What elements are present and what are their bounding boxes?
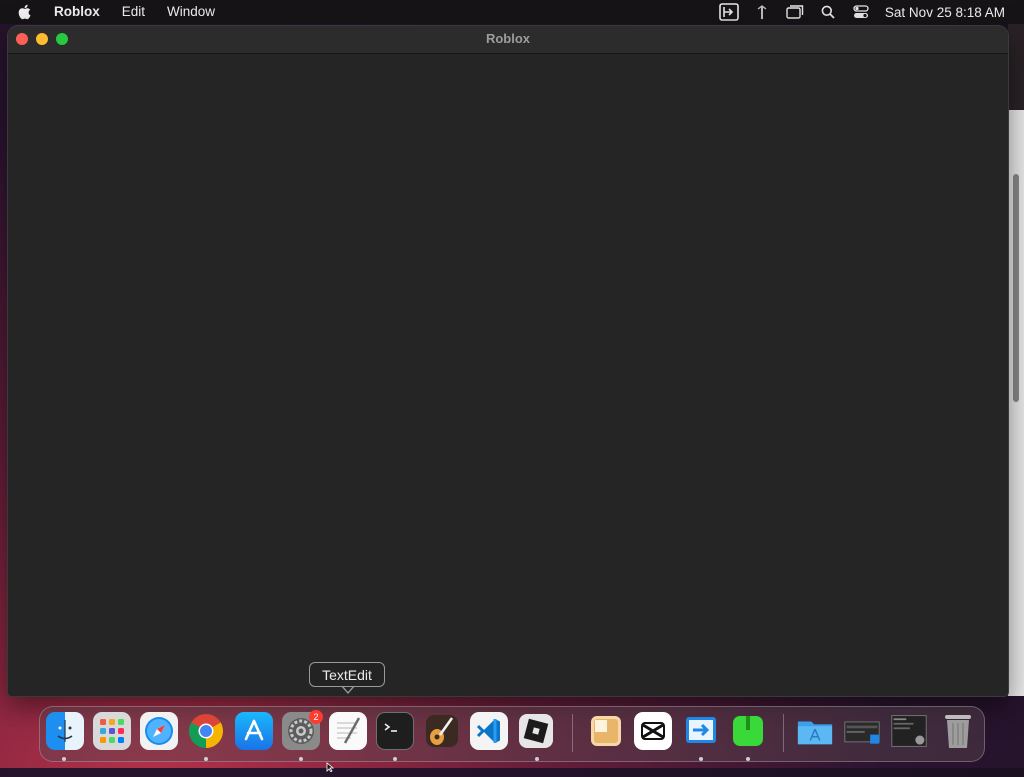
launchpad-icon[interactable] <box>93 712 131 750</box>
green-app-icon[interactable] <box>729 712 767 750</box>
dock-separator-2 <box>783 714 784 752</box>
roblox-icon[interactable] <box>517 712 555 750</box>
menu-clock[interactable]: Sat Nov 25 8:18 AM <box>885 5 1005 20</box>
terminal-icon[interactable] <box>376 712 414 750</box>
app-store-icon[interactable] <box>235 712 273 750</box>
chrome-running-dot <box>204 757 208 761</box>
window-titlebar[interactable]: Roblox <box>8 26 1008 54</box>
archive-utility-icon[interactable] <box>587 712 625 750</box>
migration-assistant-icon[interactable] <box>682 712 720 750</box>
screenshot-stack-icon[interactable] <box>843 712 881 750</box>
window-title: Roblox <box>485 31 531 46</box>
migration-running-dot <box>699 757 703 761</box>
settings-notification-badge: 2 <box>309 710 323 724</box>
settings-running-dot <box>299 757 303 761</box>
background-window[interactable] <box>1008 110 1024 696</box>
migration-status-icon[interactable] <box>718 3 740 21</box>
green-app-running-dot <box>746 757 750 761</box>
search-icon[interactable] <box>817 3 839 21</box>
terminal-running-dot <box>393 757 397 761</box>
antenna-icon[interactable] <box>751 3 773 21</box>
chrome-icon[interactable] <box>187 712 225 750</box>
screen-mirroring-icon[interactable] <box>784 3 806 21</box>
screenshot-stack-2-icon[interactable] <box>890 712 928 750</box>
trash-icon[interactable] <box>939 712 977 750</box>
finder-running-dot <box>62 757 66 761</box>
menu-bar: Roblox Edit Window Sat Nov 25 8:18 AM <box>0 0 1024 24</box>
dock-tooltip: TextEdit <box>309 662 385 687</box>
window-content[interactable] <box>8 54 1008 696</box>
scrollbar-thumb[interactable] <box>1013 174 1019 402</box>
roblox-running-dot <box>535 757 539 761</box>
zoom-button[interactable] <box>56 33 68 45</box>
background-window-top <box>1008 24 1024 110</box>
garageband-icon[interactable] <box>423 712 461 750</box>
control-center-icon[interactable] <box>850 3 872 21</box>
safari-icon[interactable] <box>140 712 178 750</box>
capcut-icon[interactable] <box>634 712 672 750</box>
applications-folder-icon[interactable] <box>796 712 834 750</box>
apple-menu-icon[interactable] <box>18 4 34 20</box>
menu-app-name[interactable]: Roblox <box>54 0 100 24</box>
roblox-window: Roblox <box>8 26 1008 696</box>
close-button[interactable] <box>16 33 28 45</box>
mouse-pointer-icon <box>326 759 336 777</box>
dock-separator-1 <box>572 714 573 752</box>
menu-window[interactable]: Window <box>167 0 215 24</box>
vscode-icon[interactable] <box>470 712 508 750</box>
menu-edit[interactable]: Edit <box>122 0 145 24</box>
finder-icon[interactable] <box>46 712 84 750</box>
textedit-icon[interactable] <box>329 712 367 750</box>
minimize-button[interactable] <box>36 33 48 45</box>
